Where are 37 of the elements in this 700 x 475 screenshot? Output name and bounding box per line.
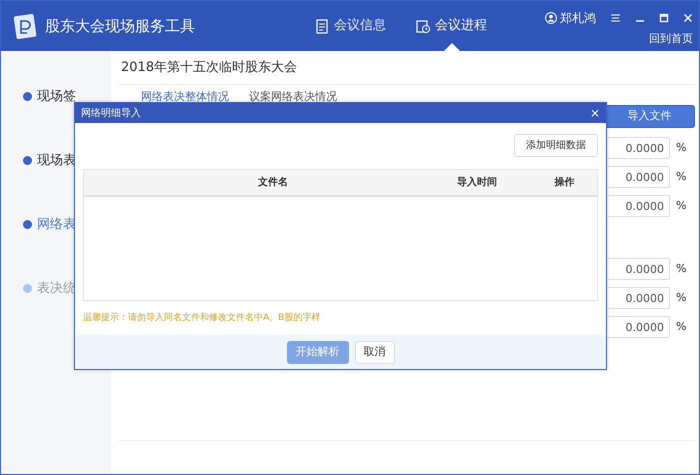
tab[interactable]: 议案网络表决情况 — [249, 89, 337, 103]
nav-tab[interactable]: 会议信息 — [315, 1, 386, 51]
ratio-field[interactable]: 0.0000 — [604, 316, 670, 338]
percent-unit: % — [676, 168, 686, 185]
ratio-field[interactable]: 0.0000 — [604, 195, 670, 217]
column-header: 操作 — [553, 176, 576, 190]
close-button[interactable]: × — [590, 107, 600, 119]
app-title: 股东大会现场服务工具 — [45, 16, 196, 37]
add-detail-button[interactable]: 添加明细数据 — [514, 134, 598, 157]
percent-unit: % — [676, 290, 686, 306]
cancel-button[interactable]: 取消 — [354, 340, 394, 364]
logo-icon — [13, 12, 39, 40]
document-icon — [315, 18, 329, 34]
calendar-clock-icon — [416, 18, 430, 34]
tab[interactable]: 网络表决整体情况 — [141, 89, 229, 103]
ratio-field[interactable]: 0.0000 — [604, 287, 670, 309]
percent-unit: % — [676, 198, 686, 214]
ratio-field[interactable]: 0.0000 — [604, 166, 670, 188]
column-header: 文件名 — [257, 176, 289, 190]
ratio-field[interactable]: 0.0000 — [604, 258, 670, 280]
percent-unit: % — [676, 318, 686, 335]
warning-hint: 温馨提示：请勿导入同名文件和修改文件名中A、B股的字样 — [83, 312, 322, 325]
user-name[interactable]: 郑札鸿 — [560, 8, 596, 26]
home-link[interactable]: 回到首页 — [649, 32, 693, 44]
meeting-title: 2018年第十五次临时股东大会 — [119, 51, 695, 85]
user-icon — [545, 12, 557, 24]
import-file-button[interactable]: 导入文件 — [604, 105, 695, 128]
step-label[interactable]: 现场签 — [37, 87, 76, 106]
dialog-title: 网络明细导入 — [81, 106, 141, 120]
ratio-field[interactable]: 0.0000 — [604, 137, 670, 159]
maximize-icon[interactable] — [659, 12, 669, 22]
column-header: 导入时间 — [456, 176, 498, 190]
percent-unit: % — [676, 140, 686, 156]
menu-icon[interactable] — [610, 12, 621, 22]
nav-tab[interactable]: 会议进程 — [416, 1, 487, 51]
percent-unit: % — [676, 260, 686, 277]
close-icon[interactable] — [683, 12, 693, 22]
